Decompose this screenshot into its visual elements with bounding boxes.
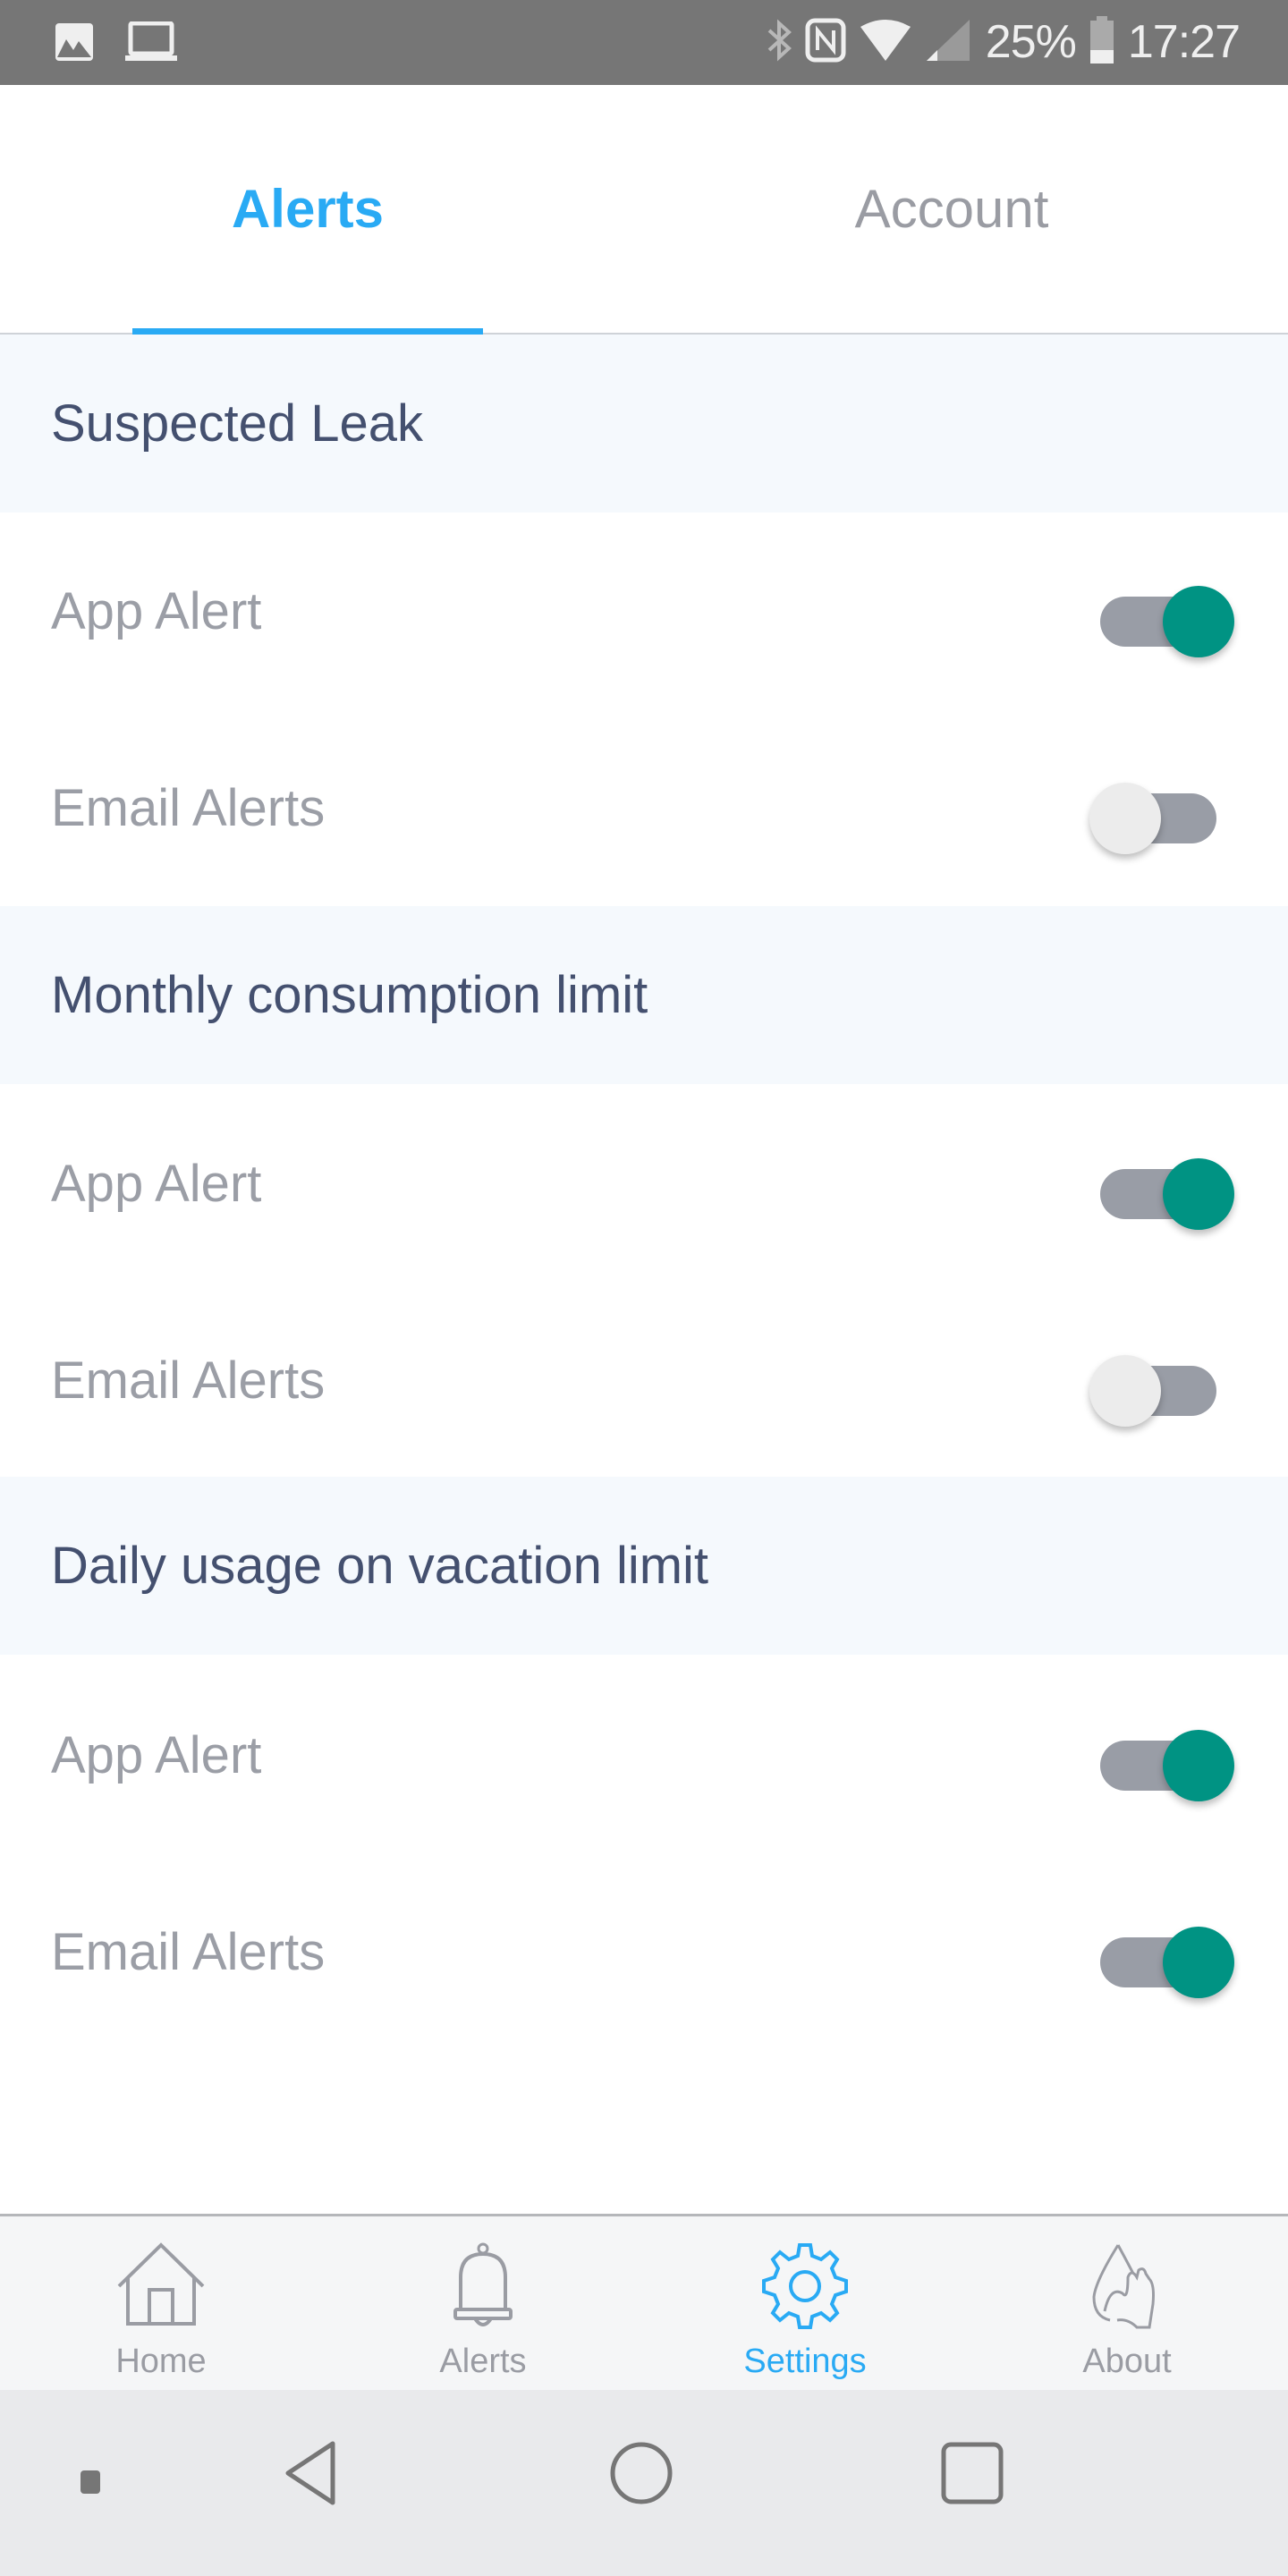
tab-bar: Alerts Account (0, 85, 1288, 335)
tab-alerts-label: Alerts (231, 179, 385, 239)
section-header-monthly-consumption: Monthly consumption limit (0, 906, 1288, 1084)
bluetooth-icon (766, 18, 792, 67)
laptop-icon (125, 21, 177, 67)
battery-icon (1089, 15, 1115, 69)
tab-account-label: Account (854, 179, 1049, 239)
setting-row: App Alert (0, 1085, 1288, 1282)
gear-icon (756, 2216, 854, 2335)
setting-row: App Alert (0, 513, 1288, 709)
system-navigation-bar (0, 2390, 1288, 2576)
tab-alerts[interactable]: Alerts (0, 85, 615, 333)
image-icon (54, 21, 95, 67)
water-hand-icon (1078, 2216, 1176, 2335)
nav-label: Home (115, 2343, 207, 2380)
status-bar: 25% 17:27 (0, 0, 1288, 85)
setting-label: App Alert (51, 1725, 262, 1784)
setting-label: App Alert (51, 581, 262, 640)
email-alerts-toggle[interactable] (1089, 1341, 1225, 1427)
setting-row: App Alert (0, 1657, 1288, 1853)
signal-icon (925, 18, 973, 67)
bottom-navigation: Home Alerts Settings About (0, 2214, 1288, 2393)
nav-about[interactable]: About (966, 2216, 1288, 2393)
setting-label: Email Alerts (51, 1351, 326, 1410)
nav-label: Alerts (439, 2343, 527, 2380)
section-title: Monthly consumption limit (51, 966, 648, 1024)
home-button-icon[interactable] (608, 2440, 674, 2511)
nav-settings[interactable]: Settings (644, 2216, 966, 2393)
email-alerts-toggle[interactable] (1089, 768, 1225, 854)
section-title: Suspected Leak (51, 394, 423, 453)
app-alert-toggle[interactable] (1100, 572, 1234, 657)
app-alert-toggle[interactable] (1100, 1144, 1234, 1230)
setting-row: Email Alerts (0, 1853, 1288, 2050)
setting-label: Email Alerts (51, 1922, 326, 1981)
section-header-suspected-leak: Suspected Leak (0, 335, 1288, 513)
nfc-icon (805, 18, 846, 67)
section-title: Daily usage on vacation limit (51, 1537, 709, 1595)
recents-icon[interactable] (939, 2440, 1005, 2511)
wifi-icon (859, 18, 912, 67)
bell-icon (434, 2216, 532, 2335)
setting-label: App Alert (51, 1154, 262, 1213)
setting-row: Email Alerts (0, 1282, 1288, 1479)
setting-label: Email Alerts (51, 778, 326, 837)
menu-dot-icon[interactable] (79, 2469, 102, 2500)
email-alerts-toggle[interactable] (1100, 1912, 1234, 1998)
setting-row: Email Alerts (0, 709, 1288, 906)
nav-home[interactable]: Home (0, 2216, 322, 2393)
back-icon[interactable] (281, 2440, 343, 2511)
home-icon (112, 2216, 210, 2335)
app-alert-toggle[interactable] (1100, 1716, 1234, 1801)
clock: 17:27 (1127, 16, 1241, 68)
section-header-daily-vacation: Daily usage on vacation limit (0, 1477, 1288, 1655)
nav-label: About (1082, 2343, 1172, 2380)
battery-percent: 25% (985, 16, 1077, 68)
tab-account[interactable]: Account (615, 85, 1288, 333)
nav-label: Settings (743, 2343, 867, 2380)
nav-alerts[interactable]: Alerts (322, 2216, 644, 2393)
